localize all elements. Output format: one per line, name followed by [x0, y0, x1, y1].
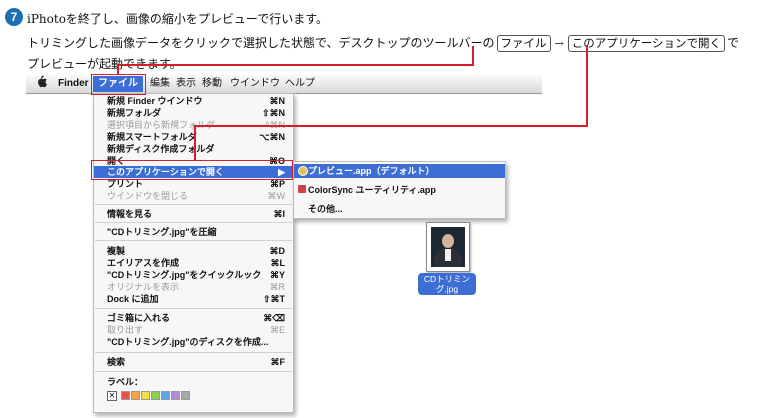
label-swatch[interactable] [151, 391, 160, 400]
callout-line [586, 46, 588, 127]
instruction-line-1: iPhotoを終了し、画像の縮小をプレビューで行います。 [27, 12, 328, 26]
menu-separator [95, 352, 292, 353]
menu-view[interactable]: 表示 [176, 77, 196, 91]
menu-item-label: ゴミ箱に入れる [107, 313, 171, 323]
label-swatch[interactable] [161, 391, 170, 400]
arrow-icon: → [554, 37, 564, 50]
menu-item-shortcut: ⌘D [269, 246, 286, 256]
instruction-line-2-suffix: で [727, 36, 740, 50]
submenu-item-label: ColorSync ユーティリティ.app [308, 185, 436, 195]
menu-separator [95, 204, 292, 205]
menu-item-label: オリジナルを表示 [107, 282, 180, 292]
menu-item-find[interactable]: 検索 ⌘F [94, 356, 293, 368]
menu-item-label: 検索 [107, 357, 126, 367]
callout-line [194, 125, 196, 160]
label-swatch[interactable] [131, 391, 140, 400]
callout-line [472, 46, 474, 66]
menu-item-label: "CDトリミング.jpg"をクイックルック [107, 270, 262, 280]
menu-item-duplicate[interactable]: 複製 ⌘D [94, 245, 293, 257]
menu-item-make-alias[interactable]: エイリアスを作成 ⌘L [94, 257, 293, 269]
menu-item-label: 新規フォルダ [107, 108, 162, 118]
menu-separator [95, 222, 292, 223]
menu-item-label: 新規スマートフォルダ [107, 132, 197, 142]
submenu-item-label: プレビュー.app（デフォルト） [308, 166, 435, 176]
instruction-line-2: トリミングした画像データをクリックで選択した状態で、デスクトップのツールバーのフ… [27, 34, 739, 52]
desktop-file-label[interactable]: CDトリミン グ.jpg [418, 273, 476, 295]
menu-item-shortcut: ⌘F [270, 357, 286, 367]
menu-item-close-window: ウインドウを閉じる ⌘W [94, 190, 293, 202]
menu-item-new-folder[interactable]: 新規フォルダ ⇧⌘N [94, 107, 293, 119]
menu-separator [95, 371, 292, 372]
label-none-icon[interactable]: ✕ [107, 391, 117, 401]
open-with-submenu: プレビュー.app（デフォルト） ColorSync ユーティリティ.app そ… [293, 161, 506, 219]
menu-item-label: 新規 Finder ウインドウ [107, 96, 203, 106]
step-number-badge: 7 [5, 8, 23, 26]
menu-item-label-heading: ラベル： [94, 376, 293, 388]
menu-item-new-finder-window[interactable]: 新規 Finder ウインドウ ⌘N [94, 95, 293, 107]
menu-item-shortcut: ⌘R [269, 282, 286, 292]
callout-box-file-menu [91, 74, 146, 95]
menu-item-shortcut: ⌥⌘N [259, 132, 285, 142]
callout-line [117, 64, 473, 66]
menu-item-label: 情報を見る [107, 209, 153, 219]
menu-item-label: ラベル： [107, 377, 144, 387]
label-swatch[interactable] [181, 391, 190, 400]
menu-item-add-to-dock[interactable]: Dock に追加 ⇧⌘T [94, 293, 293, 305]
menu-item-quick-look[interactable]: "CDトリミング.jpg"をクイックルック ⌘Y [94, 269, 293, 281]
menu-item-shortcut: ⌘W [267, 191, 286, 201]
menu-item-label: 新規ディスク作成フォルダ [107, 144, 215, 154]
menu-item-shortcut: ⌘E [269, 325, 285, 335]
menu-separator [95, 240, 292, 241]
menu-item-label: Dock に追加 [107, 294, 159, 304]
menu-edit[interactable]: 編集 [150, 77, 170, 91]
callout-line [194, 125, 588, 127]
instruction-line-2-prefix: トリミングした画像データをクリックで選択した状態で、デスクトップのツールバーの [27, 36, 495, 50]
menu-item-label: "CDトリミング.jpg"のディスクを作成... [107, 337, 269, 347]
label-swatch[interactable] [141, 391, 150, 400]
menu-go[interactable]: 移動 [202, 77, 222, 91]
menu-item-get-info[interactable]: 情報を見る ⌘I [94, 208, 293, 220]
menu-item-burn-disc[interactable]: "CDトリミング.jpg"のディスクを作成... [94, 336, 293, 348]
menu-item-label: 複製 [107, 246, 126, 256]
submenu-item-label: その他... [308, 204, 343, 214]
menu-item-label: 取り出す [107, 325, 144, 335]
menu-help[interactable]: ヘルプ [285, 77, 315, 91]
menu-window[interactable]: ウインドウ [230, 77, 280, 91]
menu-item-move-to-trash[interactable]: ゴミ箱に入れる ⌘⌫ [94, 312, 293, 324]
file-menu-reference: ファイル [496, 35, 551, 52]
menu-item-label: "CDトリミング.jpg"を圧縮 [107, 227, 217, 237]
menu-item-shortcut: ⌘L [270, 258, 286, 268]
submenu-item-preview[interactable]: プレビュー.app（デフォルト） [294, 164, 505, 178]
menu-item-show-original: オリジナルを表示 ⌘R [94, 281, 293, 293]
colorsync-app-icon [298, 185, 306, 193]
menu-item-shortcut: ⌘⌫ [263, 313, 285, 323]
label-swatch[interactable] [171, 391, 180, 400]
desktop-file-icon[interactable] [426, 222, 470, 272]
label-swatch[interactable] [121, 391, 130, 400]
menu-item-shortcut: ⌘I [273, 209, 285, 219]
submenu-item-other[interactable]: その他... [294, 202, 505, 216]
callout-box-open-with [91, 160, 293, 180]
submenu-item-colorsync[interactable]: ColorSync ユーティリティ.app [294, 183, 505, 197]
menu-finder[interactable]: Finder [58, 77, 89, 91]
menu-item-compress[interactable]: "CDトリミング.jpg"を圧縮 [94, 226, 293, 238]
menu-item-shortcut: ⇧⌘N [261, 108, 285, 118]
portrait-thumbnail [431, 227, 465, 267]
menu-item-label: ウインドウを閉じる [107, 191, 189, 201]
preview-app-icon [298, 166, 308, 176]
menu-item-eject: 取り出す ⌘E [94, 324, 293, 336]
apple-icon[interactable] [36, 75, 47, 89]
open-with-reference: このアプリケーションで開く [567, 35, 726, 52]
menu-item-shortcut: ⌘Y [269, 270, 285, 280]
menu-item-label: エイリアスを作成 [107, 258, 180, 268]
menu-separator [95, 308, 292, 309]
menu-item-shortcut: ⇧⌘T [262, 294, 285, 304]
menu-item-shortcut: ⌘N [269, 96, 286, 106]
